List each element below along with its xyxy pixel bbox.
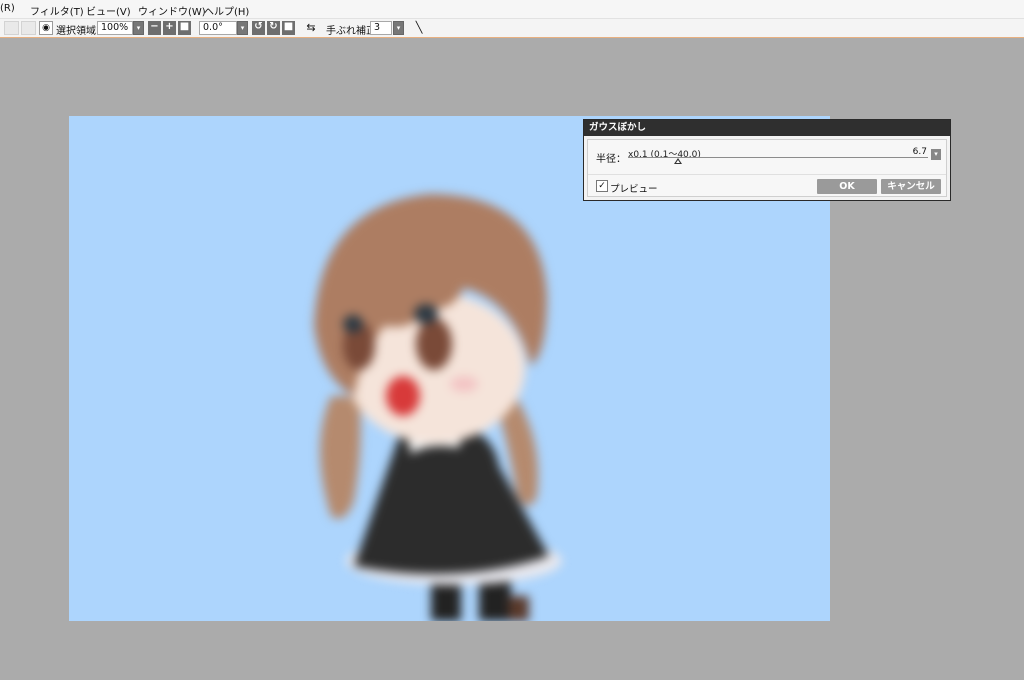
menu-bar: (R) フィルタ(T) ビュー(V) ウィンドウ(W) ヘルプ(H) xyxy=(0,0,1024,19)
toolbar-disabled-button-2[interactable] xyxy=(21,21,36,35)
menu-filter[interactable]: フィルタ(T) xyxy=(30,3,84,18)
stabilizer-dropdown-icon[interactable]: ▾ xyxy=(393,21,404,35)
rotation-field[interactable]: 0.0° xyxy=(199,21,237,35)
stabilizer-label: 手ぶれ補正 xyxy=(326,26,376,37)
zoom-dropdown-icon[interactable]: ▾ xyxy=(133,21,144,35)
preview-label[interactable]: プレビュー xyxy=(610,181,658,195)
menu-edit-partial[interactable]: (R) xyxy=(0,3,15,14)
menu-help[interactable]: ヘルプ(H) xyxy=(204,3,249,18)
slider-range-caption: x0.1 (0.1～40.0) xyxy=(628,150,701,160)
radius-label: 半径： xyxy=(596,154,626,165)
radius-value[interactable]: 6.7 xyxy=(903,147,927,157)
selection-area-label[interactable]: 選択領域 xyxy=(56,22,96,37)
dialog-title[interactable]: ガウスぼかし xyxy=(584,120,950,136)
eye-icon[interactable]: ◉ xyxy=(39,21,53,35)
zoom-in-button[interactable]: + xyxy=(163,21,176,35)
cancel-button[interactable]: キャンセル xyxy=(881,179,941,194)
line-tool-icon[interactable]: ╲ xyxy=(412,21,426,35)
preview-checkbox[interactable]: ✓ xyxy=(596,180,608,192)
zoom-field[interactable]: 100% xyxy=(97,21,133,35)
ok-button[interactable]: OK xyxy=(817,179,877,194)
radius-slider-track[interactable] xyxy=(628,157,928,158)
dialog-divider xyxy=(588,174,946,175)
toolbar-disabled-button-1[interactable] xyxy=(4,21,19,35)
rotate-reset-button[interactable]: ■ xyxy=(282,21,295,35)
flip-icon[interactable]: ⇆ xyxy=(304,21,318,35)
gaussian-blur-dialog: ガウスぼかし 半径： x0.1 (0.1～40.0) 6.7 ▾ ✓ プレビュー… xyxy=(583,119,951,201)
rotation-dropdown-icon[interactable]: ▾ xyxy=(237,21,248,35)
dialog-body: 半径： x0.1 (0.1～40.0) 6.7 ▾ ✓ プレビュー OK キャン… xyxy=(587,139,947,197)
stabilizer-field[interactable]: 3 xyxy=(370,21,392,35)
checkmark-icon: ✓ xyxy=(598,181,606,191)
radius-dropdown-icon[interactable]: ▾ xyxy=(931,149,941,160)
rotate-right-button[interactable]: ↻ xyxy=(267,21,280,35)
radius-slider-thumb[interactable] xyxy=(674,158,683,164)
menu-window[interactable]: ウィンドウ(W) xyxy=(138,3,206,18)
zoom-reset-button[interactable]: ■ xyxy=(178,21,191,35)
rotate-left-button[interactable]: ↺ xyxy=(252,21,265,35)
menu-view[interactable]: ビュー(V) xyxy=(86,3,131,18)
zoom-out-button[interactable]: − xyxy=(148,21,161,35)
toolbar: ◉ 選択領域 100% ▾ − + ■ 0.0° ▾ ↺ ↻ ■ ⇆ 手ぶれ補正… xyxy=(0,19,1024,38)
